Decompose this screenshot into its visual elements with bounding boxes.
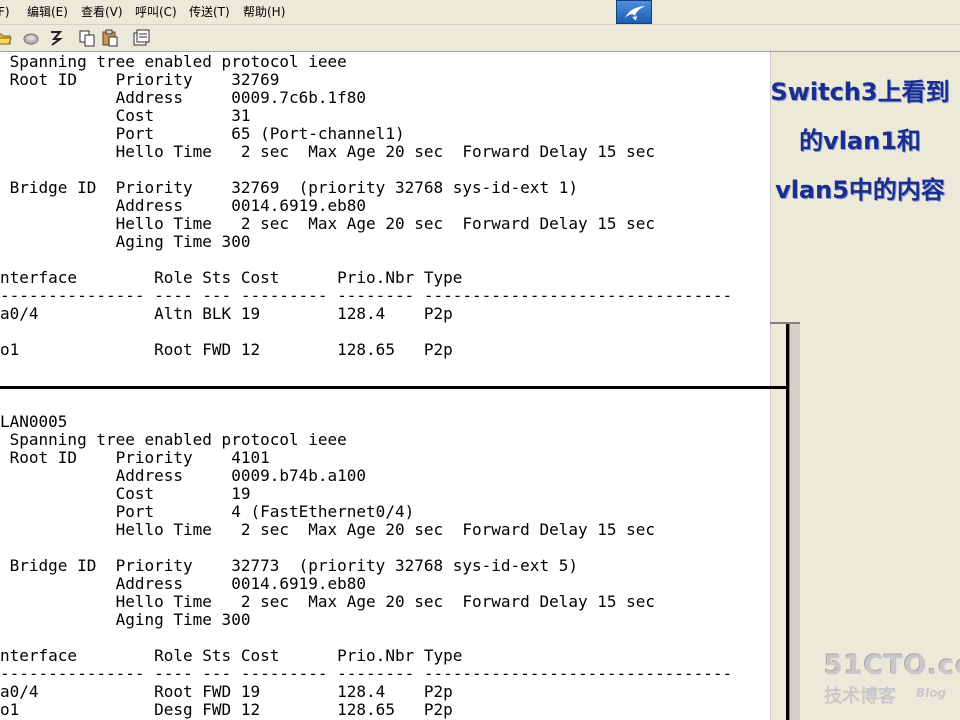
terminal-line: a0/4 Altn BLK 19 128.4 P2p [0, 304, 453, 323]
menu-transfer[interactable]: 传送(T) [189, 4, 230, 20]
window-frame-border [789, 324, 800, 720]
terminal-line: Root ID Priority 32769 [0, 70, 280, 89]
disconnect-icon[interactable] [22, 29, 40, 47]
terminal-line: Hello Time 2 sec Max Age 20 sec Forward … [0, 214, 656, 233]
terminal-line: Bridge ID Priority 32773 (priority 32768… [0, 556, 578, 575]
menu-edit[interactable]: 编辑(E) [27, 4, 68, 20]
terminal-line: Port 65 (Port-channel1) [0, 124, 405, 143]
watermark-sub: 技术博客 [824, 686, 896, 707]
terminal-line: Spanning tree enabled protocol ieee [0, 430, 347, 449]
terminal-line: Aging Time 300 [0, 232, 251, 251]
terminal-line: Aging Time 300 [0, 610, 251, 629]
open-icon[interactable] [0, 29, 12, 47]
annotation-line: 的vlan1和 [799, 127, 921, 155]
slide-annotation: Switch3上看到 的vlan1和 vlan5中的内容 [760, 68, 960, 215]
watermark-tag: Blog [916, 686, 947, 700]
app-logo-icon [616, 0, 652, 24]
terminal-line: Port 4 (FastEthernet0/4) [0, 502, 415, 521]
terminal-line: LAN0005 [0, 412, 68, 431]
terminal-line: Address 0009.7c6b.1f80 [0, 88, 367, 107]
properties-icon[interactable] [132, 29, 150, 47]
terminal-line: o1 Desg FWD 12 128.65 P2p [0, 700, 453, 719]
terminal-line: --------------- ---- --- --------- -----… [0, 286, 733, 305]
terminal-line: o1 Root FWD 12 128.65 P2p [0, 340, 453, 359]
copy-icon[interactable] [78, 29, 96, 47]
terminal-line: nterface Role Sts Cost Prio.Nbr Type [0, 268, 463, 287]
annotation-line: vlan5中的内容 [775, 176, 945, 204]
terminal-line: nterface Role Sts Cost Prio.Nbr Type [0, 646, 463, 665]
terminal-line: Cost 19 [0, 484, 251, 503]
menu-bar: F) 编辑(E) 查看(V) 呼叫(C) 传送(T) 帮助(H) [0, 0, 960, 25]
terminal-line: a0/4 Root FWD 19 128.4 P2p [0, 682, 453, 701]
terminal-line: Address 0014.6919.eb80 [0, 196, 367, 215]
annotation-line: Switch3上看到 [770, 78, 950, 106]
watermark-main: 51CTO.com [824, 650, 960, 681]
terminal-line: Address 0014.6919.eb80 [0, 574, 367, 593]
menu-file[interactable]: F) [0, 4, 10, 20]
terminal-line: Root ID Priority 4101 [0, 448, 270, 467]
paste-icon[interactable] [101, 29, 119, 47]
call-icon[interactable] [47, 29, 65, 47]
terminal-line: Spanning tree enabled protocol ieee [0, 52, 347, 71]
menu-view[interactable]: 查看(V) [81, 4, 123, 20]
menu-help[interactable]: 帮助(H) [243, 4, 285, 20]
menu-call[interactable]: 呼叫(C) [135, 4, 177, 20]
terminal-line: Address 0009.b74b.a100 [0, 466, 367, 485]
watermark-logo: 51CTO.com 技术博客 Blog [820, 650, 960, 710]
terminal-line: Cost 31 [0, 106, 251, 125]
terminal-line: Hello Time 2 sec Max Age 20 sec Forward … [0, 520, 656, 539]
terminal-line: Hello Time 2 sec Max Age 20 sec Forward … [0, 592, 656, 611]
terminal-line: Bridge ID Priority 32769 (priority 32768… [0, 178, 578, 197]
terminal-line: --------------- ---- --- --------- -----… [0, 664, 733, 683]
terminal-line: Hello Time 2 sec Max Age 20 sec Forward … [0, 142, 656, 161]
window-frame-edge [0, 386, 788, 389]
toolbar [0, 25, 960, 52]
